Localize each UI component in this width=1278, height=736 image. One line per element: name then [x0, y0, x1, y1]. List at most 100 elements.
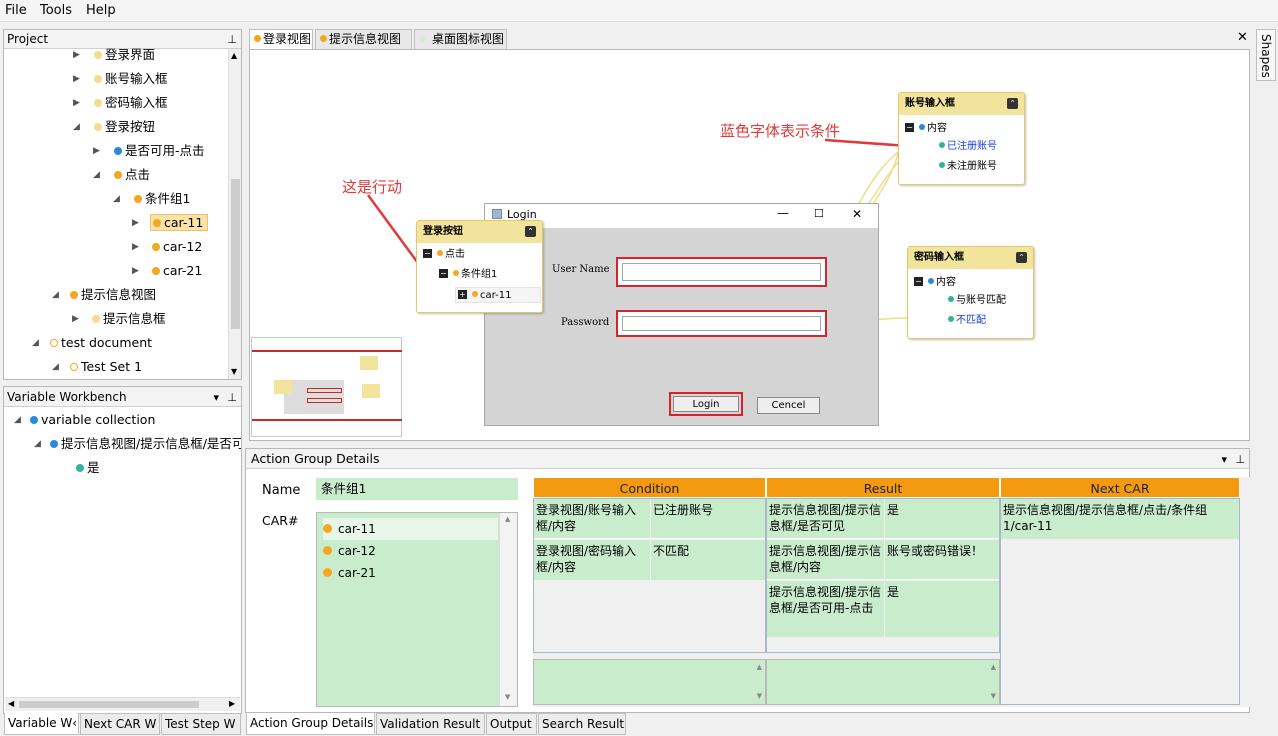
node-login-button[interactable]: 登录按钮 ⌃ − 点击 − 条件组1 + car-11 — [416, 220, 543, 313]
tree-item[interactable]: ◢ 条件组1 — [113, 188, 190, 210]
close-icon: ✕ — [852, 207, 863, 221]
tree-item[interactable]: ◢ 点击 — [93, 164, 150, 186]
header-next-car: Next CAR — [1000, 477, 1240, 498]
collapse-icon[interactable]: ⌃ — [525, 226, 536, 237]
project-scrollbar[interactable]: ▲ ▼ — [228, 49, 241, 379]
tree-item[interactable]: ◢ 提示信息视图 — [52, 284, 156, 306]
condition-grid: 登录视图/账号输入框/内容 已注册账号 登录视图/密码输入框/内容 不匹配 — [533, 498, 766, 653]
annotation-condition-label: 蓝色字体表示条件 — [720, 122, 841, 140]
car-list-scrollbar[interactable]: ▲ ▼ — [499, 513, 517, 706]
menu-bar: File Tools Help — [0, 0, 1278, 22]
tree-item[interactable]: ▶ 登录界面 — [73, 44, 155, 66]
menu-help[interactable]: Help — [86, 3, 116, 18]
workbench-header: Variable Workbench ▾ ⊥ — [4, 387, 241, 407]
diagram-canvas[interactable]: 这是行动 蓝色字体表示条件 Login — ☐ ✕ User Name Pass… — [249, 49, 1250, 441]
details-header: Action Group Details ▾ ⊥ — [246, 449, 1249, 469]
condition-key[interactable]: 登录视图/账号输入框/内容 — [534, 499, 650, 539]
tab-validation-result[interactable]: Validation Result — [376, 713, 485, 735]
result-value[interactable]: 账号或密码错误！ — [885, 540, 999, 580]
cancel-button-preview: Cencel — [757, 397, 820, 414]
result-grid: 提示信息视图/提示信息框/是否可见 是 提示信息视图/提示信息框/内容 账号或密… — [766, 498, 1000, 653]
login-titlebar: Login — ☐ ✕ — [485, 204, 878, 228]
tab-login-view[interactable]: 登录视图 — [249, 29, 313, 49]
result-input[interactable]: ▲ ▼ — [766, 659, 1000, 705]
workbench-title: Variable Workbench — [7, 390, 127, 404]
tree-item[interactable]: ▶ 账号输入框 — [73, 68, 168, 90]
result-key[interactable]: 提示信息视图/提示信息框/是否可用-点击 — [767, 581, 884, 637]
next-car-value[interactable]: 提示信息视图/提示信息框/点击/条件组1/car-11 — [1001, 499, 1239, 539]
project-panel: Project ⊥ ▲ ▼ ▶ 登录界面 ▶ 账号输入框 ▶ 密码输入框 ◢ 登录按钮 … — [3, 29, 242, 380]
collapse-icon[interactable]: ⌃ — [1007, 98, 1018, 109]
scroll-right-icon[interactable]: ▶ — [229, 699, 235, 708]
header-result: Result — [766, 477, 1000, 498]
result-value[interactable]: 是 — [885, 581, 999, 637]
list-item[interactable]: car-12 — [323, 540, 376, 562]
menu-file[interactable]: File — [5, 3, 27, 18]
tree-item[interactable]: ◢ 提示信息视图/提示信息框/是否可 — [34, 433, 241, 455]
car-label: CAR# — [262, 513, 299, 528]
tab-output[interactable]: Output — [486, 713, 537, 735]
scroll-up-icon[interactable]: ▲ — [231, 51, 237, 60]
pin-icon[interactable]: ⊥ — [227, 31, 237, 49]
pin-icon[interactable]: ⊥ — [1235, 450, 1245, 470]
result-key[interactable]: 提示信息视图/提示信息框/是否可见 — [767, 499, 884, 539]
list-item[interactable]: car-11 — [323, 518, 498, 540]
tree-item[interactable]: ▶ 密码输入框 — [73, 92, 168, 114]
scroll-down-icon[interactable]: ▼ — [231, 367, 237, 376]
tree-item[interactable]: ▶ 是否可用-点击 — [93, 140, 205, 162]
node-password-input[interactable]: 密码输入框 ⌃ − 内容 与账号匹配 不匹配 — [907, 246, 1034, 339]
minimize-icon: — — [777, 206, 789, 220]
pin-icon[interactable]: ⊥ — [227, 388, 237, 408]
list-item[interactable]: car-21 — [323, 562, 376, 584]
login-button-preview: Login — [669, 392, 743, 416]
car-list[interactable]: car-11 car-12 car-21 ▲ ▼ — [316, 512, 518, 707]
dropdown-icon[interactable]: ▾ — [1221, 450, 1227, 470]
tab-next-car[interactable]: Next CAR W — [80, 713, 160, 735]
collapse-icon[interactable]: ⌃ — [1016, 252, 1027, 263]
condition-input[interactable]: ▲ ▼ — [533, 659, 766, 705]
name-field[interactable]: 条件组1 — [316, 478, 518, 500]
tab-search-result[interactable]: Search Result — [538, 713, 626, 735]
h-scroll-thumb[interactable] — [19, 701, 199, 708]
variable-workbench-panel: Variable Workbench ▾ ⊥ ◢ variable collect… — [3, 386, 242, 714]
scroll-left-icon[interactable]: ◀ — [8, 699, 14, 708]
tree-item-selected[interactable]: ▶ car-11 — [132, 212, 209, 234]
tab-desktop-view[interactable]: 桌面图标视图 — [414, 29, 507, 49]
editor-tabbar: 登录视图 提示信息视图 桌面图标视图 ✕ — [249, 29, 1250, 49]
password-field — [616, 310, 827, 337]
username-field — [616, 257, 827, 287]
maximize-icon: ☐ — [814, 207, 824, 220]
condition-value[interactable]: 不匹配 — [651, 540, 765, 580]
condition-value[interactable]: 已注册账号 — [651, 499, 765, 539]
tab-action-group-details[interactable]: Action Group Details — [246, 713, 375, 735]
car-table: Condition Result Next CAR 登录视图/账号输入框/内容 … — [533, 477, 1251, 707]
result-value[interactable]: 是 — [885, 499, 999, 539]
header-condition: Condition — [533, 477, 766, 498]
tab-tip-view[interactable]: 提示信息视图 — [315, 29, 412, 49]
annotation-action-label: 这是行动 — [342, 178, 403, 196]
tab-test-step[interactable]: Test Step W — [161, 713, 241, 735]
shapes-side-tab[interactable]: Shapes — [1256, 29, 1276, 81]
project-title: Project — [7, 32, 49, 46]
scroll-thumb[interactable] — [231, 179, 240, 329]
tree-item[interactable]: ▶ 提示信息框 — [72, 308, 166, 330]
tab-variable-workbench[interactable]: Variable W‹ — [4, 713, 79, 735]
tree-item[interactable]: ▶ car-12 — [132, 236, 202, 258]
action-group-details-panel: Action Group Details ▾ ⊥ Name 条件组1 CAR# … — [245, 448, 1251, 713]
condition-key[interactable]: 登录视图/密码输入框/内容 — [534, 540, 650, 580]
result-key[interactable]: 提示信息视图/提示信息框/内容 — [767, 540, 884, 580]
close-editor-icon[interactable]: ✕ — [1237, 30, 1248, 45]
h-scrollbar[interactable]: ◀ ▶ — [5, 697, 240, 711]
tree-item[interactable]: ◢ test document — [32, 332, 152, 354]
tree-item[interactable]: 是 — [76, 457, 100, 479]
dropdown-icon[interactable]: ▾ — [213, 388, 219, 408]
next-car-grid: 提示信息视图/提示信息框/点击/条件组1/car-11 — [1000, 498, 1240, 705]
tree-item[interactable]: ◢ variable collection — [14, 409, 155, 431]
login-window-preview: Login — ☐ ✕ User Name Password Login Cen… — [484, 203, 879, 426]
tree-item[interactable]: ▶ car-21 — [132, 260, 202, 282]
tree-item[interactable]: ◢ Test Set 1 — [52, 356, 142, 378]
tree-item[interactable]: ◢ 登录按钮 — [73, 116, 155, 138]
minimap[interactable] — [251, 337, 402, 437]
node-account-input[interactable]: 账号输入框 ⌃ − 内容 已注册账号 未注册账号 — [898, 92, 1025, 185]
menu-tools[interactable]: Tools — [40, 3, 72, 18]
